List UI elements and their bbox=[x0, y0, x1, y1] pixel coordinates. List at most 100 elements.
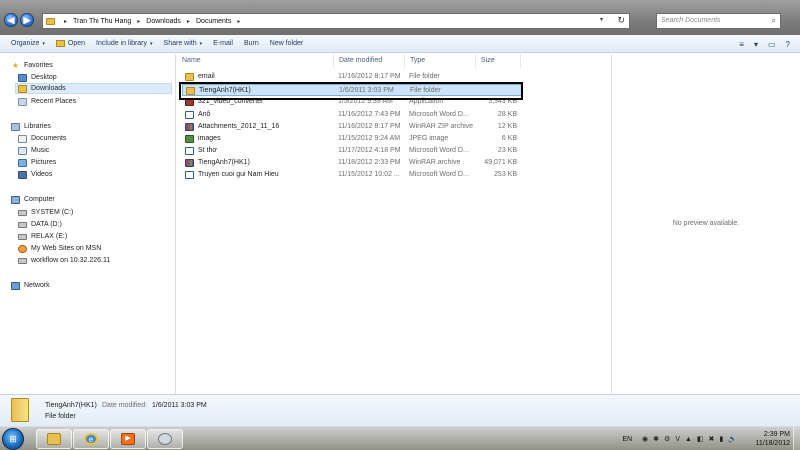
nav-music[interactable]: Music bbox=[18, 145, 49, 156]
file-date: 11/17/2012 4:18 PM bbox=[338, 147, 401, 154]
media-player-icon: ▶ bbox=[121, 433, 135, 445]
nav-desktop[interactable]: Desktop bbox=[18, 72, 57, 83]
winrar-archive-icon bbox=[185, 123, 194, 131]
bluetooth-icon[interactable]: ✱ bbox=[653, 435, 659, 443]
desktop-icon bbox=[18, 73, 27, 82]
view-options-dropdown-icon[interactable]: ▾ bbox=[754, 40, 758, 49]
file-name: St thơ bbox=[198, 147, 217, 154]
volume-icon[interactable]: 🔊 bbox=[728, 435, 737, 443]
star-icon: ★ bbox=[11, 60, 20, 70]
windows-explorer-icon bbox=[47, 433, 61, 445]
column-header-type[interactable]: Type bbox=[405, 54, 476, 68]
nav-msn-sites[interactable]: My Web Sites on MSN bbox=[18, 243, 101, 254]
taskbar-ie-button[interactable]: e bbox=[73, 429, 109, 449]
network-status-icon[interactable]: ▮ bbox=[719, 435, 723, 443]
breadcrumb-downloads[interactable]: Downloads bbox=[146, 18, 181, 25]
selection-highlight-frame bbox=[179, 82, 523, 100]
file-list: Name Date modified Type Size email 11/16… bbox=[177, 54, 610, 394]
breadcrumb-documents[interactable]: Documents bbox=[196, 18, 231, 25]
nav-favorites[interactable]: ★ Favorites bbox=[11, 60, 53, 71]
nav-videos[interactable]: Videos bbox=[18, 169, 52, 180]
file-row[interactable]: TiengAnh7(HK1) 11/18/2012 2:33 PM WinRAR… bbox=[182, 157, 522, 169]
change-view-icon[interactable]: ≡ bbox=[739, 40, 744, 49]
refresh-icon[interactable]: ↻ bbox=[617, 15, 625, 26]
nav-drive-label: SYSTEM (C:) bbox=[31, 209, 74, 216]
chevron-right-icon[interactable]: ▸ bbox=[237, 18, 240, 25]
file-type: JPEG image bbox=[409, 135, 449, 142]
details-date-value: 1/6/2011 3:03 PM bbox=[152, 402, 207, 409]
nav-videos-label: Videos bbox=[31, 171, 53, 178]
file-size: 12 KB bbox=[497, 123, 517, 130]
nav-downloads[interactable]: Downloads bbox=[15, 83, 172, 94]
nav-documents[interactable]: Documents bbox=[18, 133, 66, 144]
search-icon[interactable]: ⌕ bbox=[772, 14, 776, 28]
start-button[interactable]: ⊞ bbox=[2, 428, 24, 450]
column-header-date[interactable]: Date modified bbox=[334, 54, 405, 68]
chevron-down-icon: ▾ bbox=[199, 40, 203, 47]
folder-icon bbox=[11, 398, 29, 422]
open-button[interactable]: Open bbox=[55, 40, 85, 47]
file-name: TiengAnh7(HK1) bbox=[198, 159, 250, 166]
column-header-name[interactable]: Name bbox=[177, 54, 334, 68]
chevron-right-icon[interactable]: ▸ bbox=[64, 18, 67, 25]
tray-icon-app[interactable]: ◧ bbox=[697, 435, 704, 443]
forward-button[interactable]: ▶ bbox=[20, 13, 34, 27]
organize-label: Organize bbox=[11, 40, 40, 47]
new-folder-button[interactable]: New folder bbox=[270, 40, 303, 47]
nav-pictures[interactable]: Pictures bbox=[18, 157, 56, 168]
file-date: 11/16/2012 7:43 PM bbox=[338, 111, 401, 118]
nav-recent-places[interactable]: Recent Places bbox=[18, 96, 76, 107]
column-header-size[interactable]: Size bbox=[476, 54, 521, 68]
nav-drive-d[interactable]: DATA (D:) bbox=[18, 219, 62, 230]
file-row[interactable]: St thơ 11/17/2012 4:18 PM Microsoft Word… bbox=[182, 145, 522, 157]
taskbar-paint-button[interactable] bbox=[147, 429, 183, 449]
internet-explorer-icon: e bbox=[84, 433, 98, 445]
chevron-right-icon[interactable]: ▸ bbox=[137, 18, 140, 25]
chevron-right-icon[interactable]: ▸ bbox=[187, 18, 190, 25]
show-desktop-button[interactable] bbox=[793, 427, 800, 450]
file-row[interactable]: Truyen cuoi gui Nam Hieu 11/15/2012 10:0… bbox=[182, 169, 522, 181]
nav-drive-c[interactable]: SYSTEM (C:) bbox=[18, 207, 73, 218]
tray-icon-settings[interactable]: ⚙ bbox=[664, 435, 670, 443]
clock[interactable]: 2:39 PM 11/18/2012 bbox=[755, 430, 790, 448]
folder-icon bbox=[185, 73, 194, 81]
antivirus-icon[interactable]: V bbox=[675, 436, 680, 443]
taskbar: ⊞ e ▶ EN ◉ ✱ ⚙ V ▲ ◧ ✖ ▮ 🔊 2:39 PM 11/18… bbox=[0, 426, 800, 450]
file-row[interactable]: Attachments_2012_11_16 11/16/2012 8:17 P… bbox=[182, 121, 522, 133]
file-size: 28 KB bbox=[497, 111, 517, 118]
nav-libraries[interactable]: Libraries bbox=[11, 121, 51, 132]
taskbar-media-button[interactable]: ▶ bbox=[110, 429, 146, 449]
word-document-icon bbox=[185, 111, 194, 119]
paint-icon bbox=[158, 433, 172, 445]
nav-computer-label: Computer bbox=[24, 196, 55, 203]
nav-computer[interactable]: Computer bbox=[11, 194, 55, 205]
nav-network-drive[interactable]: workflow on 10.32.226.11 bbox=[18, 255, 110, 266]
back-button[interactable]: ◀ bbox=[4, 13, 18, 27]
file-row[interactable]: Anô 11/16/2012 7:43 PM Microsoft Word D.… bbox=[182, 109, 522, 121]
nav-music-label: Music bbox=[31, 147, 50, 154]
email-button[interactable]: E-mail bbox=[213, 40, 233, 47]
share-with-button[interactable]: Share with ▾ bbox=[164, 40, 203, 47]
action-center-icon[interactable]: ✖ bbox=[709, 435, 715, 443]
language-indicator[interactable]: EN bbox=[622, 436, 632, 443]
nav-downloads-label: Downloads bbox=[31, 85, 66, 92]
breadcrumb-user[interactable]: Tran Thi Thu Hang bbox=[73, 18, 131, 25]
nav-drive-e[interactable]: RELAX (E:) bbox=[18, 231, 67, 242]
taskbar-explorer-button[interactable] bbox=[36, 429, 72, 449]
preview-pane-icon[interactable]: ▭ bbox=[768, 40, 776, 49]
search-input[interactable]: Search Documents ⌕ bbox=[656, 13, 781, 29]
file-row[interactable]: images 11/15/2012 9:24 AM JPEG image 6 K… bbox=[182, 133, 522, 145]
nav-libraries-label: Libraries bbox=[24, 123, 51, 130]
nav-network-label: Network bbox=[24, 282, 50, 289]
address-bar-area: ◀ ▶ ▸ Tran Thi Thu Hang ▸ Downloads ▸ Do… bbox=[0, 0, 800, 35]
nav-network[interactable]: Network bbox=[11, 280, 50, 291]
help-icon[interactable]: ? bbox=[786, 40, 790, 49]
burn-button[interactable]: Burn bbox=[244, 40, 259, 47]
include-in-library-button[interactable]: Include in library ▾ bbox=[96, 40, 152, 47]
tray-icon-1[interactable]: ◉ bbox=[642, 435, 648, 443]
address-dropdown-icon[interactable]: ▾ bbox=[600, 16, 603, 23]
address-bar[interactable]: ▸ Tran Thi Thu Hang ▸ Downloads ▸ Docume… bbox=[42, 13, 630, 29]
organize-button[interactable]: Organize ▾ bbox=[11, 40, 45, 47]
show-hidden-icons[interactable]: ▲ bbox=[685, 436, 692, 443]
search-placeholder: Search Documents bbox=[661, 17, 721, 24]
